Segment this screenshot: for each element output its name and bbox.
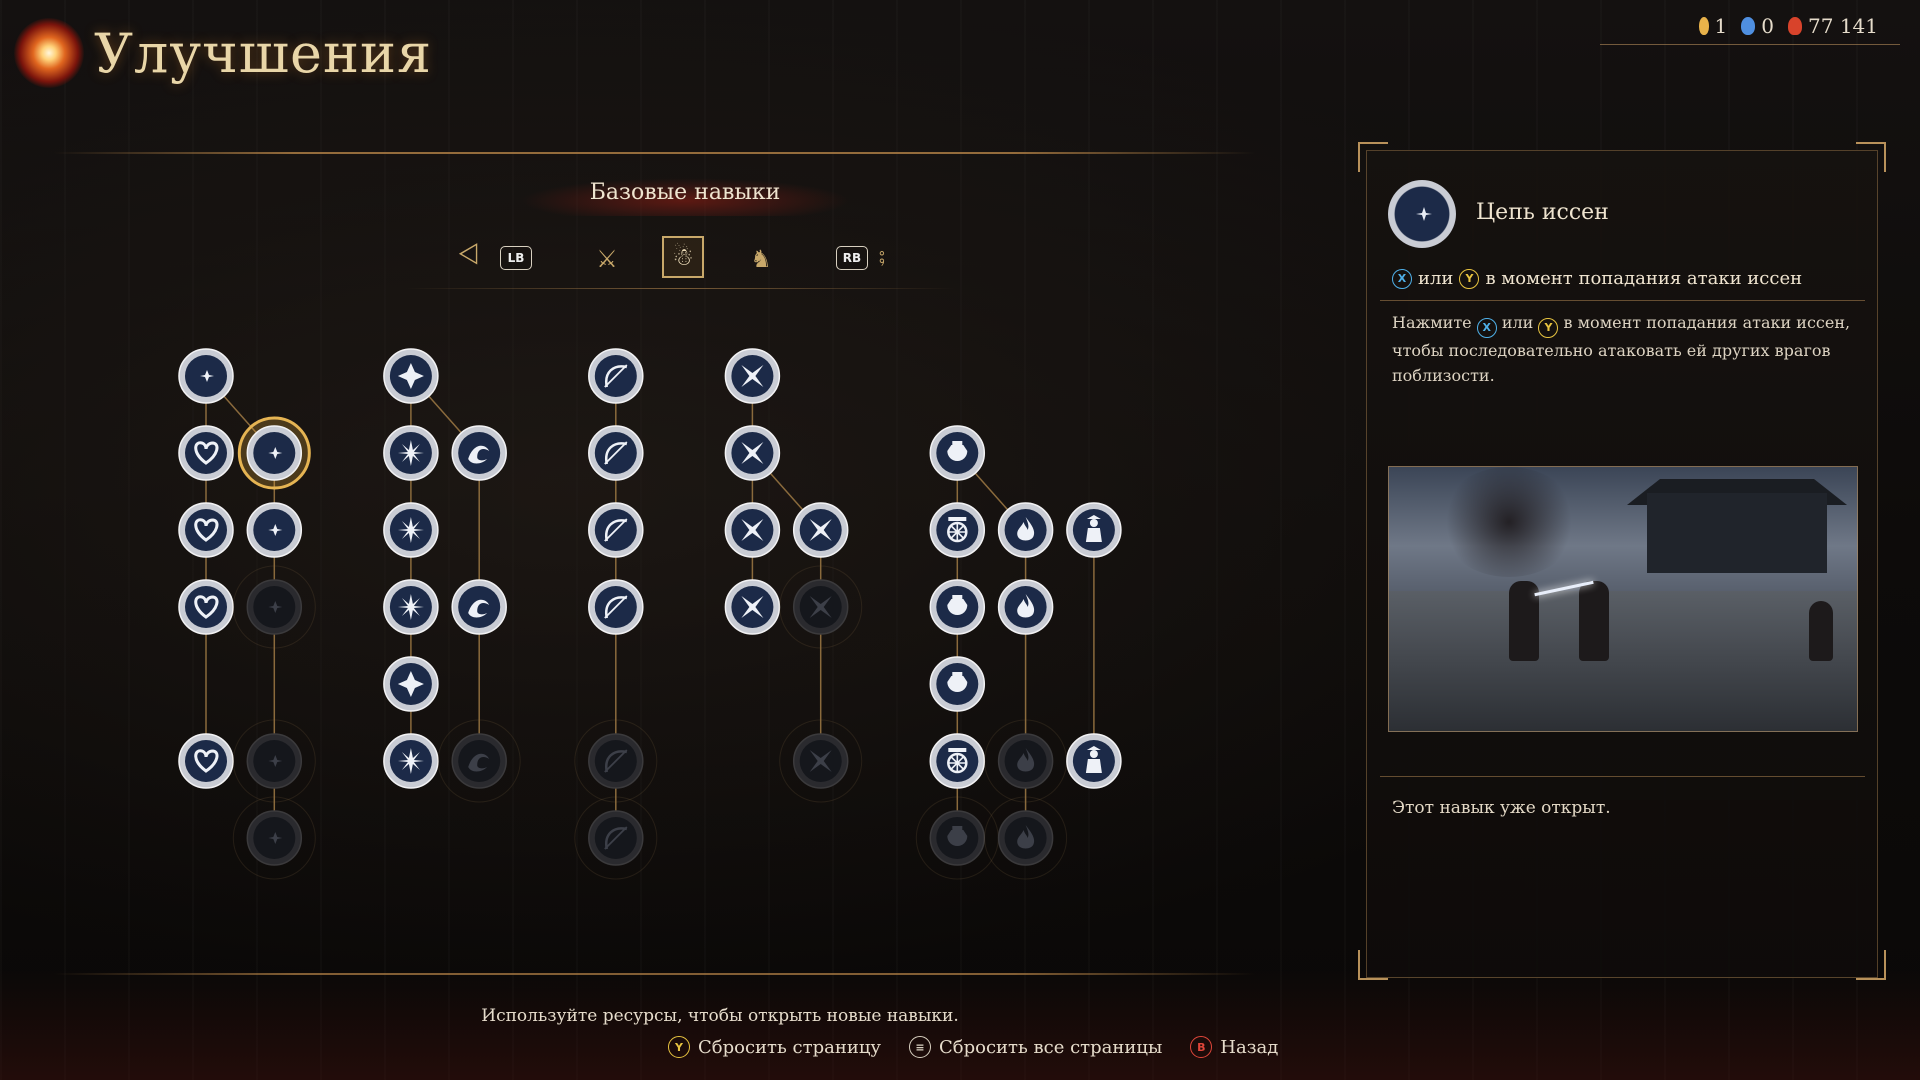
skill-node-flame[interactable] xyxy=(997,579,1054,635)
x-button-icon: X xyxy=(1392,268,1412,289)
skill-node-wheel[interactable] xyxy=(929,733,986,789)
skill-node-diamond-star[interactable] xyxy=(383,348,439,404)
menu-button-icon: ≡ xyxy=(908,1036,931,1058)
footer-actions: Y Сбросить страницу ≡ Сбросить все стран… xyxy=(668,1036,1278,1058)
currency-keys-value: 1 xyxy=(1714,14,1728,38)
reset-all-button[interactable]: ≡ Сбросить все страницы xyxy=(908,1036,1163,1058)
skill-node-heart-wave[interactable] xyxy=(178,502,234,558)
skill-node-heart-wave[interactable] xyxy=(178,425,234,481)
skill-node-burst[interactable] xyxy=(383,425,439,481)
skill-node-burst[interactable] xyxy=(383,579,439,635)
condition-text: в момент попадания атаки иссен xyxy=(1485,268,1803,289)
panel-corner xyxy=(1856,950,1886,980)
key-icon xyxy=(1698,17,1709,35)
y-button-icon: Y xyxy=(1538,317,1559,338)
skill-node-pot[interactable] xyxy=(929,425,986,481)
skill-name: Цепь иссен xyxy=(1476,200,1609,225)
skill-node-burst[interactable] xyxy=(383,733,439,789)
skill-node-shuriken[interactable] xyxy=(792,502,849,558)
skill-node-bow[interactable] xyxy=(588,425,644,481)
currency-water: 0 xyxy=(1741,14,1774,38)
reset-all-label: Сбросить все страницы xyxy=(938,1036,1163,1058)
skill-node-shuriken[interactable] xyxy=(724,502,781,558)
skill-node-shuriken[interactable] xyxy=(724,348,781,404)
skill-condition: X или Y в момент попадания атаки иссен xyxy=(1392,268,1802,289)
skill-node-bow[interactable] xyxy=(588,348,644,404)
currency-divider xyxy=(1600,44,1900,45)
water-drop-icon xyxy=(1741,17,1756,35)
moon-star-icon xyxy=(1414,200,1432,228)
b-button-icon: B xyxy=(1190,1036,1213,1058)
skill-node-wave[interactable] xyxy=(451,425,507,481)
panel-corner xyxy=(1856,142,1886,172)
skill-node-bow[interactable] xyxy=(588,579,644,635)
skill-node-heart-wave[interactable] xyxy=(178,733,234,789)
skill-preview-video xyxy=(1388,466,1858,732)
skill-node-shuriken[interactable] xyxy=(724,579,781,635)
skill-node-bow[interactable] xyxy=(588,502,644,558)
skill-node-heart-wave[interactable] xyxy=(178,579,234,635)
skill-status: Этот навык уже открыт. xyxy=(1392,798,1611,818)
currency-flame: 77 141 xyxy=(1788,14,1878,38)
condition-divider xyxy=(1380,300,1865,301)
back-label: Назад xyxy=(1220,1036,1279,1058)
footer-hint: Используйте ресурсы, чтобы открыть новые… xyxy=(481,1006,959,1026)
skill-node-figure[interactable] xyxy=(1066,502,1122,558)
selected-skill-icon xyxy=(1388,180,1456,248)
currency-keys: 1 xyxy=(1698,14,1728,38)
x-button-icon: X xyxy=(1476,317,1497,338)
skill-node-wheel[interactable] xyxy=(929,502,986,558)
skill-node-pot[interactable] xyxy=(929,579,986,635)
back-button[interactable]: B Назад xyxy=(1190,1036,1278,1058)
skill-tree xyxy=(178,348,1122,880)
preview-building xyxy=(1647,493,1827,573)
preview-ground xyxy=(1389,591,1857,731)
currency-water-value: 0 xyxy=(1761,14,1775,38)
skill-node-flame[interactable] xyxy=(997,502,1054,558)
bottom-divider xyxy=(54,973,1255,975)
skill-node-wave[interactable] xyxy=(451,579,507,635)
preview-figure xyxy=(1809,601,1833,661)
panel-corner xyxy=(1358,142,1388,172)
panel-corner xyxy=(1358,950,1388,980)
skill-node-moon-star[interactable] xyxy=(246,502,303,558)
y-button-icon: Y xyxy=(668,1036,690,1058)
flame-icon xyxy=(1788,17,1803,35)
skill-node-diamond-star[interactable] xyxy=(383,656,439,712)
currency-flame-value: 77 141 xyxy=(1808,14,1878,38)
preview-tree xyxy=(1439,467,1579,577)
currency-bar: 1 0 77 141 xyxy=(1698,14,1878,38)
skill-node-shuriken[interactable] xyxy=(724,425,781,481)
skill-node-pot[interactable] xyxy=(929,656,986,712)
desc-part-1: Нажмите xyxy=(1392,313,1472,332)
desc-or: или xyxy=(1501,313,1534,332)
reset-page-label: Сбросить страницу xyxy=(698,1036,881,1058)
skill-node-moon-star[interactable] xyxy=(178,348,234,404)
condition-or: или xyxy=(1418,268,1454,289)
preview-figure xyxy=(1579,581,1609,661)
skill-node-figure[interactable] xyxy=(1066,733,1122,789)
skill-description: Нажмите X или Y в момент попадания атаки… xyxy=(1392,310,1852,388)
skill-node-moon-star[interactable] xyxy=(237,416,311,490)
reset-page-button[interactable]: Y Сбросить страницу xyxy=(668,1036,881,1058)
preview-divider xyxy=(1380,776,1865,777)
y-button-icon: Y xyxy=(1459,268,1480,289)
skill-node-burst[interactable] xyxy=(383,502,439,558)
